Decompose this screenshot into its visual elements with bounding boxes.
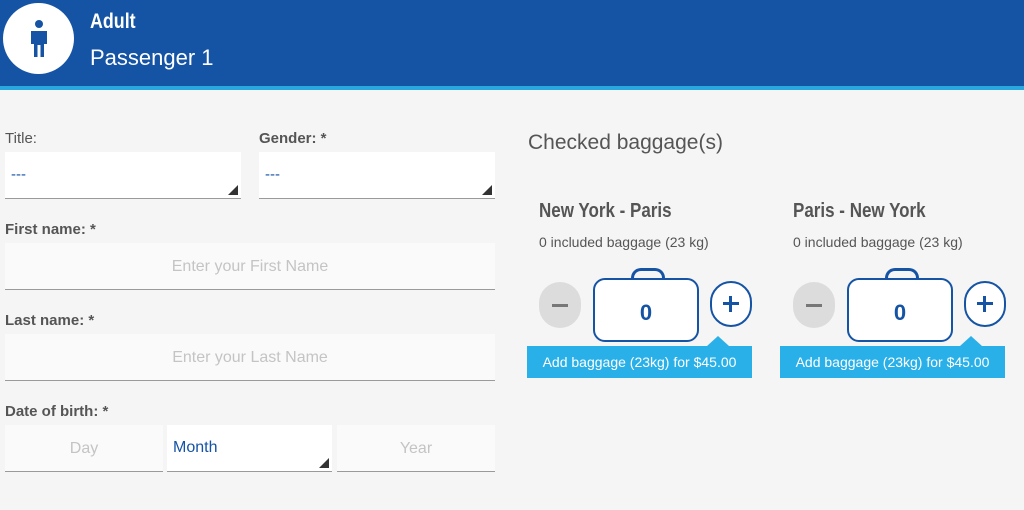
- dob-day-input[interactable]: Day: [5, 425, 163, 472]
- tooltip-arrow: [707, 336, 729, 346]
- baggage-counter: 0: [593, 268, 699, 342]
- minus-icon: [806, 304, 822, 307]
- add-baggage-button[interactable]: Add baggage (23kg) for $45.00: [780, 336, 1005, 378]
- suitcase-handle-icon: [631, 268, 665, 280]
- decrease-baggage-button[interactable]: [793, 282, 835, 328]
- baggage-count: 0: [639, 300, 653, 325]
- title-label: Title:: [5, 130, 37, 147]
- add-baggage-label: Add baggage (23kg) for $45.00: [795, 354, 990, 370]
- dropdown-corner-icon: [319, 458, 329, 468]
- first-name-input[interactable]: Enter your First Name: [5, 243, 495, 290]
- last-name-label: Last name: *: [5, 312, 95, 329]
- dropdown-corner-icon: [228, 185, 238, 195]
- title-select[interactable]: ---: [5, 152, 241, 199]
- add-baggage-button[interactable]: Add baggage (23kg) for $45.00: [527, 336, 752, 378]
- plus-icon-vertical: [983, 296, 986, 312]
- minus-icon: [552, 304, 568, 307]
- increase-baggage-button[interactable]: [964, 281, 1006, 327]
- passenger-name: Passenger 1: [90, 45, 214, 70]
- dob-day-placeholder: Day: [69, 440, 99, 457]
- route-name: Paris - New York: [793, 200, 926, 222]
- increase-baggage-button[interactable]: [710, 281, 752, 327]
- add-baggage-label: Add baggage (23kg) for $45.00: [542, 354, 737, 370]
- dob-year-placeholder: Year: [399, 440, 433, 457]
- baggage-counter: 0: [847, 268, 953, 342]
- dob-month-select[interactable]: Month: [167, 425, 332, 472]
- last-name-input[interactable]: Enter your Last Name: [5, 334, 495, 381]
- first-name-placeholder: Enter your First Name: [171, 258, 329, 275]
- plus-icon-vertical: [729, 296, 732, 312]
- baggage-title: Checked baggage(s): [528, 131, 723, 154]
- suitcase-handle-icon: [885, 268, 919, 280]
- title-select-value: ---: [11, 166, 26, 183]
- decrease-baggage-button[interactable]: [539, 282, 581, 328]
- gender-select[interactable]: ---: [259, 152, 495, 199]
- dob-year-input[interactable]: Year: [337, 425, 495, 472]
- included-baggage: 0 included baggage (23 kg): [539, 234, 709, 250]
- dropdown-corner-icon: [482, 185, 492, 195]
- avatar: [3, 3, 74, 74]
- person-icon: [31, 20, 47, 57]
- passenger-header: Adult Passenger 1: [0, 0, 1024, 86]
- dob-label: Date of birth: *: [5, 403, 109, 420]
- tooltip-arrow: [960, 336, 982, 346]
- passenger-type: Adult: [90, 10, 136, 33]
- gender-label: Gender: *: [259, 130, 327, 147]
- included-baggage: 0 included baggage (23 kg): [793, 234, 963, 250]
- header-divider: [0, 86, 1024, 90]
- baggage-count: 0: [893, 300, 907, 325]
- last-name-placeholder: Enter your Last Name: [172, 349, 328, 366]
- dob-month-value: Month: [173, 439, 218, 456]
- gender-select-value: ---: [265, 166, 280, 183]
- route-name: New York - Paris: [539, 200, 672, 222]
- first-name-label: First name: *: [5, 221, 96, 238]
